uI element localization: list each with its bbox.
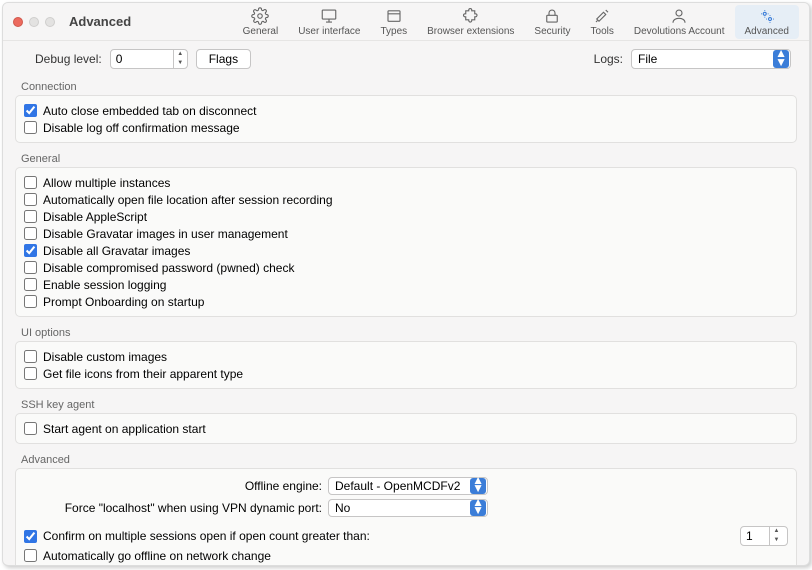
logs-label: Logs: — [594, 52, 623, 66]
logs-select[interactable]: File ▲▼ — [631, 49, 791, 69]
gears-icon — [758, 7, 776, 25]
checkbox-label: Enable session logging — [43, 278, 166, 292]
offline-engine-select[interactable]: Default - OpenMCDFv2 ▲▼ — [328, 477, 488, 495]
window-title: Advanced — [69, 14, 131, 29]
section-ssh: Start agent on application start — [15, 413, 797, 444]
checkbox-disable-all-gravatar[interactable] — [24, 244, 37, 257]
checkbox-confirm-sessions[interactable] — [24, 530, 37, 543]
checkbox-disable-pwned[interactable] — [24, 261, 37, 274]
tab-devolutions-account[interactable]: Devolutions Account — [624, 5, 735, 39]
puzzle-icon — [462, 7, 480, 25]
close-window-button[interactable] — [13, 17, 23, 27]
tab-advanced[interactable]: Advanced — [735, 5, 799, 39]
section-title-advanced: Advanced — [15, 450, 797, 468]
stepper-up-icon[interactable]: ▲ — [770, 527, 783, 536]
checkbox-label: Start agent on application start — [43, 422, 206, 436]
traffic-lights — [13, 17, 55, 27]
updown-icon: ▲▼ — [773, 50, 789, 68]
zoom-window-button[interactable] — [45, 17, 55, 27]
tools-icon — [593, 7, 611, 25]
tab-types[interactable]: Types — [370, 5, 417, 39]
monitor-icon — [320, 7, 338, 25]
checkbox-label: Automatically open file location after s… — [43, 193, 333, 207]
session-count-input[interactable] — [741, 529, 769, 543]
tab-label: Advanced — [745, 26, 789, 37]
checkbox-label: Disable custom images — [43, 350, 167, 364]
debug-level-stepper[interactable]: ▲▼ — [110, 49, 188, 69]
checkbox-label: Confirm on multiple sessions open if ope… — [43, 529, 370, 543]
debug-level-input[interactable] — [111, 52, 173, 66]
tab-label: Browser extensions — [427, 26, 514, 37]
logs-value: File — [632, 52, 773, 66]
tab-label: Tools — [591, 26, 614, 37]
session-count-stepper[interactable]: ▲▼ — [740, 526, 788, 546]
updown-icon: ▲▼ — [470, 500, 486, 516]
tab-tools[interactable]: Tools — [581, 5, 624, 39]
checkbox-label: Automatically go offline on network chan… — [43, 549, 271, 563]
window-icon — [385, 7, 403, 25]
stepper-down-icon[interactable]: ▼ — [174, 59, 187, 68]
tab-label: Security — [534, 26, 570, 37]
tab-label: Types — [380, 26, 407, 37]
section-title-ssh: SSH key agent — [15, 395, 797, 413]
checkbox-disable-applescript[interactable] — [24, 210, 37, 223]
checkbox-label: Auto close embedded tab on disconnect — [43, 104, 256, 118]
gear-icon — [251, 7, 269, 25]
checkbox-label: Prompt Onboarding on startup — [43, 295, 204, 309]
checkbox-prompt-onboarding[interactable] — [24, 295, 37, 308]
section-title-connection: Connection — [15, 77, 797, 95]
section-title-general: General — [15, 149, 797, 167]
checkbox-apparent-type-icons[interactable] — [24, 367, 37, 380]
checkbox-label: Disable log off confirmation message — [43, 121, 240, 135]
tab-browser-extensions[interactable]: Browser extensions — [417, 5, 524, 39]
force-localhost-value: No — [329, 501, 470, 515]
checkbox-label: Disable compromised password (pwned) che… — [43, 261, 294, 275]
section-ui: Disable custom images Get file icons fro… — [15, 341, 797, 389]
offline-engine-label: Offline engine: — [24, 479, 322, 493]
tab-label: Devolutions Account — [634, 26, 725, 37]
checkbox-label: Disable all Gravatar images — [43, 244, 190, 258]
stepper-up-icon[interactable]: ▲ — [174, 50, 187, 59]
offline-engine-value: Default - OpenMCDFv2 — [329, 479, 470, 493]
checkbox-label: Disable AppleScript — [43, 210, 147, 224]
force-localhost-label: Force "localhost" when using VPN dynamic… — [24, 501, 322, 515]
tab-security[interactable]: Security — [524, 5, 580, 39]
stepper-down-icon[interactable]: ▼ — [770, 536, 783, 545]
section-connection: Auto close embedded tab on disconnect Di… — [15, 95, 797, 143]
checkbox-label: Allow multiple instances — [43, 176, 170, 190]
section-title-ui: UI options — [15, 323, 797, 341]
debug-level-label: Debug level: — [35, 52, 102, 66]
tab-general[interactable]: General — [233, 5, 289, 39]
lock-icon — [543, 7, 561, 25]
section-advanced: Offline engine: Default - OpenMCDFv2 ▲▼ … — [15, 468, 797, 565]
checkbox-auto-offline[interactable] — [24, 549, 37, 562]
section-general: Allow multiple instances Automatically o… — [15, 167, 797, 317]
updown-icon: ▲▼ — [470, 478, 486, 494]
checkbox-open-file-location[interactable] — [24, 193, 37, 206]
checkbox-start-agent[interactable] — [24, 422, 37, 435]
checkbox-multiple-instances[interactable] — [24, 176, 37, 189]
toolbar-tabs: General User interface Types Browser ext… — [233, 5, 799, 39]
content-area: Debug level: ▲▼ Flags Logs: File ▲▼ Conn… — [3, 41, 809, 565]
preferences-window: Advanced General User interface Types Br… — [2, 2, 810, 566]
checkbox-disable-custom-images[interactable] — [24, 350, 37, 363]
checkbox-label: Get file icons from their apparent type — [43, 367, 243, 381]
titlebar: Advanced General User interface Types Br… — [3, 3, 809, 41]
checkbox-label: Disable Gravatar images in user manageme… — [43, 227, 288, 241]
tab-user-interface[interactable]: User interface — [288, 5, 370, 39]
tab-label: User interface — [298, 26, 360, 37]
user-icon — [670, 7, 688, 25]
tab-label: General — [243, 26, 279, 37]
flags-button[interactable]: Flags — [196, 49, 251, 69]
force-localhost-select[interactable]: No ▲▼ — [328, 499, 488, 517]
checkbox-disable-gravatar-usermgmt[interactable] — [24, 227, 37, 240]
checkbox-auto-close[interactable] — [24, 104, 37, 117]
checkbox-session-logging[interactable] — [24, 278, 37, 291]
minimize-window-button[interactable] — [29, 17, 39, 27]
checkbox-disable-logoff[interactable] — [24, 121, 37, 134]
